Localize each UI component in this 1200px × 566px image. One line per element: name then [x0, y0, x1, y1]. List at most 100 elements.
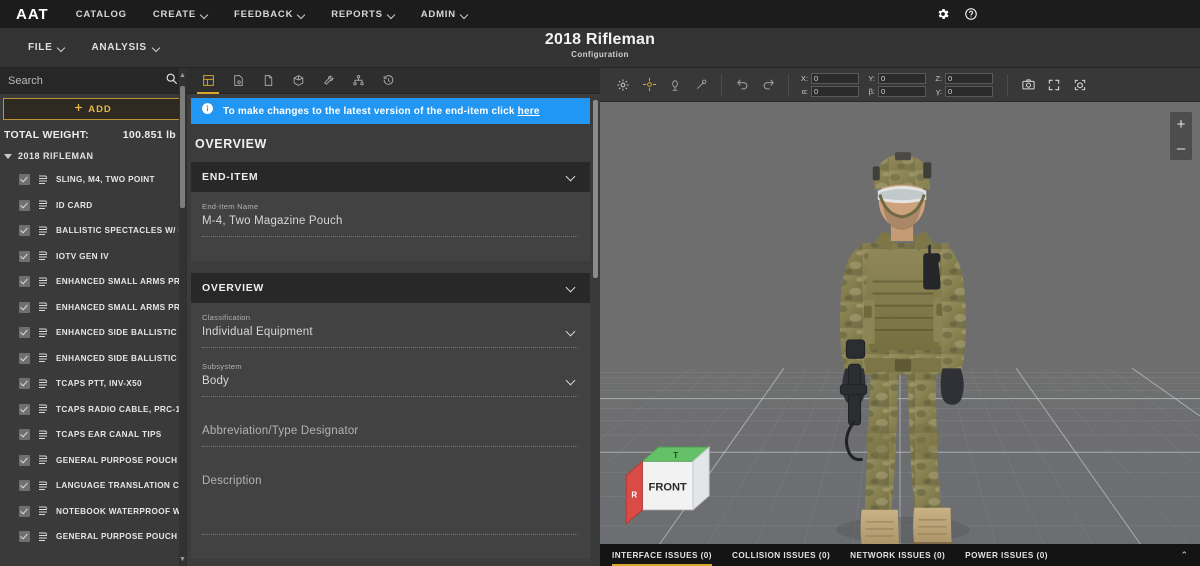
3d-scene[interactable]: FRONT T R [600, 102, 1200, 566]
sidebar-scroll-thumb[interactable] [180, 86, 185, 208]
focus-icon[interactable] [1067, 68, 1093, 102]
coordinate-input[interactable] [811, 72, 859, 84]
nav-item-feedback[interactable]: FEEDBACK [221, 0, 318, 28]
gear-icon[interactable] [610, 68, 636, 102]
coordinate-input[interactable] [945, 72, 993, 84]
tree-item[interactable]: GENERAL PURPOSE POUCH [0, 524, 186, 550]
tree-item[interactable]: GENERAL PURPOSE POUCH [0, 448, 186, 474]
undo-icon[interactable] [729, 68, 755, 102]
rotate-gizmo-icon[interactable] [662, 68, 688, 102]
fullscreen-icon[interactable] [1041, 68, 1067, 102]
item-checkbox[interactable] [19, 429, 30, 441]
search-icon[interactable] [165, 72, 178, 90]
sidebar-scrollbar[interactable]: ▲ ▼ [179, 68, 186, 566]
search-bar[interactable] [0, 68, 186, 94]
field-description[interactable]: Description [202, 461, 578, 535]
help-icon[interactable] [964, 7, 978, 21]
coordinate-field[interactable]: β: [867, 85, 926, 97]
coordinate-field[interactable]: X: [800, 72, 859, 84]
field-value-end-item-name[interactable]: M-4, Two Magazine Pouch [202, 215, 578, 229]
coordinate-field[interactable]: Y: [867, 72, 926, 84]
viewport-stage[interactable]: FRONT T R [600, 102, 1200, 566]
gear-icon[interactable] [936, 7, 950, 21]
menu-item-file[interactable]: FILE [28, 42, 65, 53]
tree-item[interactable]: BALLISTIC SPECTACLES W/ STRAP [0, 218, 186, 244]
layout-grid-icon[interactable] [193, 68, 223, 94]
tree-item[interactable]: LANGUAGE TRANSLATION CARD [0, 473, 186, 499]
chevron-down-icon[interactable] [567, 284, 576, 293]
search-input[interactable] [8, 75, 165, 87]
wrench-icon[interactable] [313, 68, 343, 94]
coordinate-input[interactable] [811, 85, 859, 97]
tree-item[interactable]: ENHANCED SMALL ARMS PROTECTIVE.. [0, 269, 186, 295]
details-scroll-thumb[interactable] [593, 100, 598, 278]
nav-item-catalog[interactable]: CATALOG [63, 0, 140, 28]
tree-item[interactable]: ID CARD [0, 193, 186, 219]
item-checkbox[interactable] [19, 199, 30, 211]
coordinate-input[interactable] [878, 72, 926, 84]
document-icon[interactable] [253, 68, 283, 94]
status-tab[interactable]: POWER ISSUES (0) [965, 544, 1048, 566]
coordinate-field[interactable]: γ: [934, 85, 993, 97]
status-tab[interactable]: COLLISION ISSUES (0) [732, 544, 830, 566]
tree-item[interactable]: TCAPS RADIO CABLE, PRC-154 [0, 397, 186, 423]
app-logo[interactable]: AAT [0, 6, 63, 23]
nav-item-reports[interactable]: REPORTS [318, 0, 408, 28]
item-checkbox[interactable] [19, 403, 30, 415]
card-header-overview[interactable]: OVERVIEW [191, 273, 590, 303]
hierarchy-icon[interactable] [343, 68, 373, 94]
tree-item[interactable]: NOTEBOOK WATERPROOF W/ PENCIL [0, 499, 186, 525]
chevron-down-icon[interactable] [567, 173, 576, 182]
field-value-subsystem[interactable]: Body [202, 375, 578, 389]
chevron-down-icon[interactable] [567, 328, 576, 337]
info-banner-link[interactable]: here [518, 106, 540, 117]
tree-item[interactable]: ENHANCED SIDE BALLISTIC INSERT (R.. [0, 320, 186, 346]
move-gizmo-icon[interactable] [636, 68, 662, 102]
chevron-up-icon[interactable]: ▲ [179, 70, 186, 80]
chevron-down-icon[interactable]: ▼ [179, 554, 186, 564]
item-checkbox[interactable] [19, 301, 30, 313]
tree-root-node[interactable]: 2018 RIFLEMAN [0, 147, 186, 167]
tree-item[interactable]: SLING, M4, TWO POINT [0, 167, 186, 193]
field-value-classification[interactable]: Individual Equipment [202, 326, 578, 340]
camera-icon[interactable] [1015, 68, 1041, 102]
3d-viewport[interactable]: X: Y: Z: α: β: γ: [600, 68, 1200, 566]
tree-item[interactable]: TCAPS EAR CANAL TIPS [0, 422, 186, 448]
status-tab[interactable]: INTERFACE ISSUES (0) [612, 544, 712, 566]
field-subsystem[interactable]: Subsystem Body [202, 362, 578, 397]
coordinate-input[interactable] [945, 85, 993, 97]
item-checkbox[interactable] [19, 378, 30, 390]
nav-item-admin[interactable]: ADMIN [408, 0, 481, 28]
redo-icon[interactable] [755, 68, 781, 102]
item-checkbox[interactable] [19, 225, 30, 237]
chevron-up-icon[interactable]: ⌃ [1180, 550, 1200, 561]
item-checkbox[interactable] [19, 174, 30, 186]
card-header-end-item[interactable]: END-ITEM [191, 162, 590, 192]
zoom-out-button[interactable]: – [1170, 136, 1192, 160]
chevron-down-icon[interactable] [567, 377, 576, 386]
item-checkbox[interactable] [19, 327, 30, 339]
item-checkbox[interactable] [19, 250, 30, 262]
box-3d-icon[interactable] [283, 68, 313, 94]
item-checkbox[interactable] [19, 276, 30, 288]
coordinate-input[interactable] [878, 85, 926, 97]
field-abbreviation[interactable]: Abbreviation/Type Designator [202, 411, 578, 447]
document-settings-icon[interactable] [223, 68, 253, 94]
tree-item[interactable]: ENHANCED SIDE BALLISTIC INSERT (L.. [0, 346, 186, 372]
history-icon[interactable] [373, 68, 403, 94]
status-tab[interactable]: NETWORK ISSUES (0) [850, 544, 945, 566]
field-classification[interactable]: Classification Individual Equipment [202, 313, 578, 348]
coordinate-field[interactable]: α: [800, 85, 859, 97]
tree-item[interactable]: IOTV GEN IV [0, 244, 186, 270]
item-checkbox[interactable] [19, 480, 30, 492]
tree-item[interactable]: TCAPS PTT, INV-X50 [0, 371, 186, 397]
scale-gizmo-icon[interactable] [688, 68, 714, 102]
menu-item-analysis[interactable]: ANALYSIS [91, 42, 159, 53]
coordinate-field[interactable]: Z: [934, 72, 993, 84]
item-checkbox[interactable] [19, 531, 30, 543]
nav-item-create[interactable]: CREATE [140, 0, 221, 28]
viewport-zoom-controls[interactable]: + – [1170, 112, 1192, 160]
details-scrollbar[interactable] [591, 94, 600, 566]
field-end-item-name[interactable]: End-Item Name M-4, Two Magazine Pouch [202, 202, 578, 237]
item-checkbox[interactable] [19, 454, 30, 466]
